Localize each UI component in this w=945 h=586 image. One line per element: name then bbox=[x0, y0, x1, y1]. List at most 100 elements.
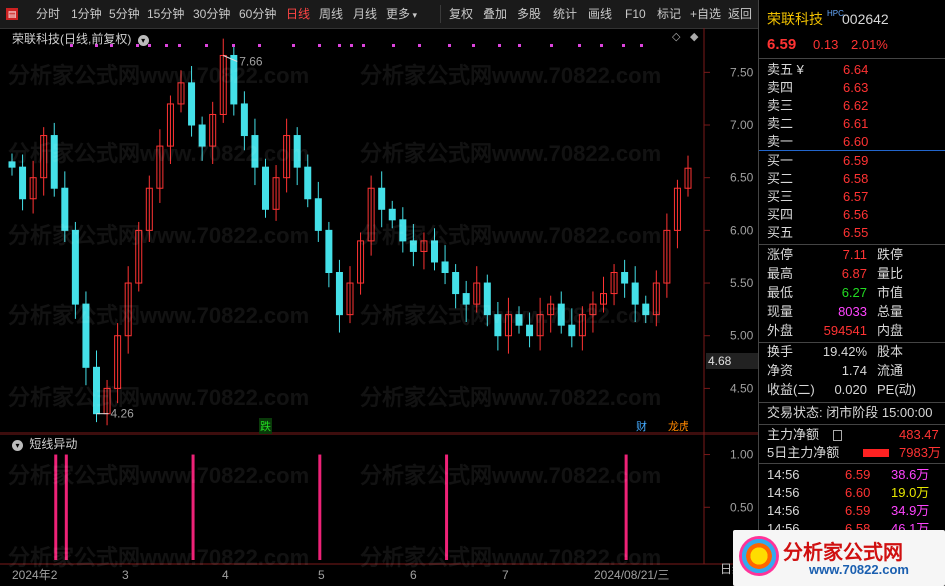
signal-dot bbox=[258, 44, 261, 47]
fin-right-label: 流通 bbox=[877, 363, 904, 378]
tick-volume: 38.6万 bbox=[891, 467, 930, 482]
chevron-down-icon[interactable]: ▾ bbox=[137, 35, 149, 46]
x-axis-label: 7 bbox=[502, 568, 509, 582]
ask-price: 6.60 bbox=[843, 134, 869, 149]
stat-row[interactable]: 最低 6.27 市值 bbox=[767, 284, 945, 302]
fin-label: 净资 bbox=[767, 363, 794, 378]
ask-row[interactable]: 卖一 6.60 bbox=[767, 133, 945, 151]
chevron-down-icon[interactable]: ▾ bbox=[12, 440, 23, 451]
candle-body bbox=[452, 272, 460, 295]
diamond-icon[interactable]: ◇ bbox=[672, 30, 680, 43]
chart-icon[interactable] bbox=[833, 430, 842, 441]
tab-5min[interactable]: 5分钟 bbox=[109, 6, 140, 22]
tab-daily[interactable]: 日线 bbox=[286, 6, 310, 22]
ask-row[interactable]: 卖五 ¥ 6.64 bbox=[767, 61, 945, 79]
signal-dot bbox=[165, 44, 168, 47]
candle-body bbox=[568, 324, 576, 337]
back-button[interactable]: 返回 bbox=[728, 6, 752, 22]
f10-button[interactable]: F10 bbox=[625, 6, 646, 22]
ask-row[interactable]: 卖三 6.62 bbox=[767, 97, 945, 115]
fin-row[interactable]: 换手 19.42% 股本 bbox=[767, 343, 945, 361]
ask-row[interactable]: 卖四 6.63 bbox=[767, 79, 945, 97]
stat-right-label: 量比 bbox=[877, 266, 904, 281]
stats-button[interactable]: 统计 bbox=[553, 6, 577, 22]
signal-dot bbox=[550, 44, 553, 47]
indicator-svg[interactable]: 1.00 0.50 2024年2 3 4 5 6 7 2024/08/21/三 bbox=[0, 434, 758, 586]
tab-fenshi[interactable]: 分时 bbox=[36, 6, 60, 22]
stat-label: 涨停 bbox=[767, 247, 794, 262]
net-flow-bar bbox=[863, 449, 889, 457]
bid-row[interactable]: 买三 6.57 bbox=[767, 188, 945, 206]
candlestick-svg[interactable]: 7.50 7.00 6.50 6.00 5.50 5.00 4.50 7.66 4.26 bbox=[0, 28, 758, 434]
bid-row[interactable]: 买四 6.56 bbox=[767, 206, 945, 224]
tab-monthly[interactable]: 月线 bbox=[353, 6, 377, 22]
candle-body bbox=[188, 82, 196, 126]
overlay-button[interactable]: 叠加 bbox=[483, 6, 507, 22]
tick-row[interactable]: 14:56 6.59 34.9万 bbox=[767, 502, 945, 520]
tick-time: 14:56 bbox=[767, 485, 800, 500]
stat-label: 现量 bbox=[767, 304, 794, 319]
candle-body bbox=[526, 324, 534, 337]
candle-body bbox=[82, 303, 90, 368]
candle-body bbox=[325, 229, 333, 274]
price-change: 0.13 bbox=[813, 37, 839, 52]
candle-body bbox=[462, 293, 470, 305]
divider bbox=[759, 402, 945, 403]
x-axis-label: 2024年2 bbox=[12, 568, 58, 582]
tab-60min[interactable]: 60分钟 bbox=[239, 6, 276, 22]
signal-dot bbox=[622, 44, 625, 47]
multi-stock-button[interactable]: 多股 bbox=[517, 6, 541, 22]
fin-row[interactable]: 收益(二) 0.020 PE(动) bbox=[767, 381, 945, 399]
fin-value: 1.74 bbox=[841, 363, 867, 378]
indicator-title: ▾ 短线异动 bbox=[12, 435, 77, 452]
stat-row[interactable]: 涨停 7.11 跌停 bbox=[767, 246, 945, 264]
indicator-ticks: 1.00 0.50 bbox=[704, 448, 754, 514]
event-tag-drop[interactable]: 跌 bbox=[259, 418, 272, 434]
stock-code: 002642 bbox=[842, 11, 889, 27]
stat-label: 最高 bbox=[767, 266, 794, 281]
toolbar-divider bbox=[440, 5, 441, 23]
tab-more[interactable]: 更多 ▾ bbox=[386, 6, 417, 22]
tab-weekly[interactable]: 周线 bbox=[319, 6, 343, 22]
ask-price: 6.63 bbox=[843, 80, 869, 95]
bid-label: 买四 bbox=[767, 207, 794, 222]
tick-row[interactable]: 14:56 6.60 19.0万 bbox=[767, 484, 945, 502]
fin-right-label: 股本 bbox=[877, 344, 904, 359]
event-tag-finance[interactable]: 财 bbox=[636, 418, 647, 434]
indicator-panel[interactable]: 1.00 0.50 2024年2 3 4 5 6 7 2024/08/21/三 ▾ 短线异动 … bbox=[0, 434, 758, 586]
candle-body bbox=[8, 161, 16, 168]
event-tag-dragon-tiger[interactable]: 龙虎榜 bbox=[668, 418, 688, 434]
signal-bar bbox=[318, 454, 322, 560]
stat-row[interactable]: 最高 6.87 量比 bbox=[767, 265, 945, 283]
stat-right-label: 跌停 bbox=[877, 247, 904, 262]
stat-label: 外盘 bbox=[767, 323, 794, 338]
stat-row[interactable]: 现量 8033 总量 bbox=[767, 303, 945, 321]
signal-dot bbox=[518, 44, 521, 47]
tab-1min[interactable]: 1分钟 bbox=[71, 6, 102, 22]
quote-panel: 荣联科技 HPC 002642 6.59 0.13 2.01% 卖五 ¥ 6.64… bbox=[733, 0, 945, 586]
candle-body bbox=[230, 54, 238, 105]
chart-title: 荣联科技(日线,前复权) ▾ bbox=[12, 30, 149, 47]
ask-row[interactable]: 卖二 6.61 bbox=[767, 115, 945, 133]
stat-row[interactable]: 外盘 594541 内盘 bbox=[767, 322, 945, 340]
candle-body bbox=[441, 261, 449, 274]
tick-row[interactable]: 14:56 6.59 38.6万 bbox=[767, 466, 945, 484]
add-watchlist-button[interactable]: +自选 bbox=[690, 6, 721, 22]
bid-price: 6.56 bbox=[843, 207, 869, 222]
candle-body bbox=[431, 240, 438, 263]
settings-icon[interactable]: ◆ bbox=[690, 30, 698, 43]
menu-icon[interactable]: ▤ bbox=[6, 8, 18, 20]
main-net5-row: 5日主力净额 7983万 bbox=[767, 445, 941, 460]
candlestick-chart[interactable]: 7.50 7.00 6.50 6.00 5.50 5.00 4.50 7.66 4.26 荣联… bbox=[0, 28, 760, 434]
fin-row[interactable]: 净资 1.74 流通 bbox=[767, 362, 945, 380]
price-tick-label: 7.50 bbox=[730, 65, 754, 79]
bid-row[interactable]: 买二 6.58 bbox=[767, 170, 945, 188]
adjust-button[interactable]: 复权 bbox=[449, 6, 473, 22]
signal-dot bbox=[472, 44, 475, 47]
bid-row[interactable]: 买一 6.59 bbox=[767, 152, 945, 170]
draw-line-button[interactable]: 画线 bbox=[588, 6, 612, 22]
tab-15min[interactable]: 15分钟 bbox=[147, 6, 184, 22]
tab-30min[interactable]: 30分钟 bbox=[193, 6, 230, 22]
mark-button[interactable]: 标记 bbox=[657, 6, 681, 22]
bid-row[interactable]: 买五 6.55 bbox=[767, 224, 945, 242]
